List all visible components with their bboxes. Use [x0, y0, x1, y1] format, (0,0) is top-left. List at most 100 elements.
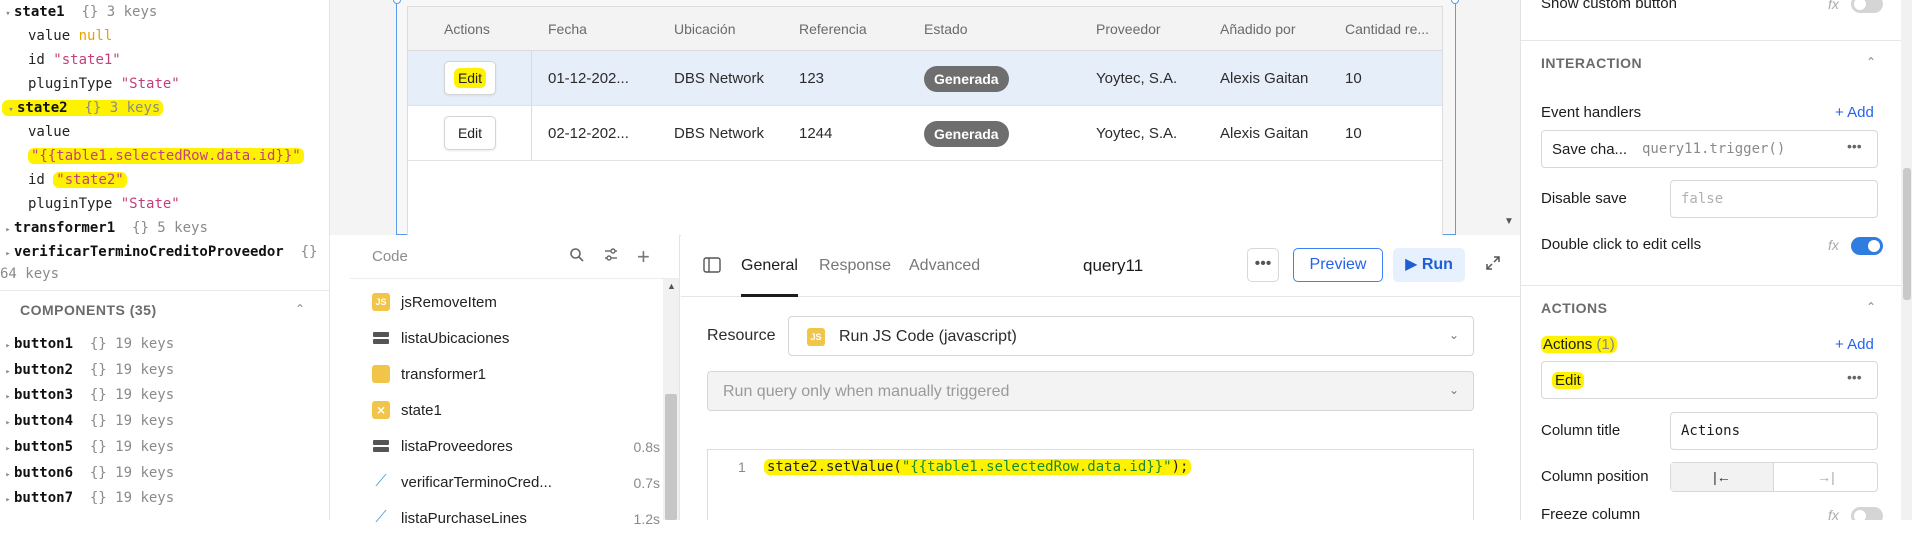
search-input[interactable]: Code — [372, 248, 408, 265]
caret-right-icon[interactable]: ▸ — [2, 470, 14, 480]
query-search-bar[interactable]: Code + — [350, 235, 680, 279]
fx-icon[interactable]: fx — [1828, 0, 1839, 12]
code-line[interactable]: state2.setValue("{{table1.selectedRow.da… — [764, 459, 1192, 475]
resource-select[interactable]: JS Run JS Code (javascript) ⌄ — [788, 316, 1474, 356]
component-item[interactable]: ▸ button6 {} 19 keys — [2, 465, 174, 481]
query-name[interactable]: query11 — [1083, 256, 1143, 276]
tab-response[interactable]: Response — [819, 257, 891, 275]
column-header[interactable]: Estado — [924, 7, 968, 51]
table-row[interactable]: Edit 02-12-202... DBS Network 1244 Gener… — [408, 106, 1442, 161]
caret-right-icon[interactable]: ▸ — [2, 495, 14, 505]
caret-down-icon[interactable]: ▾ — [2, 9, 14, 19]
action-item-row[interactable]: Edit ••• — [1541, 361, 1878, 399]
query-list-item[interactable]: transformer1 — [350, 357, 660, 393]
tree-node-verificar[interactable]: ▸ verificarTerminoCreditoProveedor {} — [2, 244, 317, 260]
component-item[interactable]: ▸ button2 {} 19 keys — [2, 362, 174, 378]
tab-general[interactable]: General — [741, 257, 798, 275]
disable-save-input[interactable]: false — [1670, 180, 1878, 218]
column-header[interactable]: Cantidad re... — [1345, 7, 1429, 51]
show-custom-button-toggle[interactable] — [1851, 0, 1883, 13]
chevron-up-icon[interactable]: ⌃ — [1866, 300, 1876, 314]
fx-icon[interactable]: fx — [1828, 237, 1839, 253]
scrollbar[interactable]: ▲ — [663, 279, 679, 520]
column-header[interactable]: Referencia — [799, 7, 867, 51]
table-cell[interactable]: Alexis Gaitan — [1220, 106, 1308, 161]
freeze-column-toggle[interactable] — [1851, 507, 1883, 520]
table-cell[interactable]: DBS Network — [674, 51, 764, 106]
tree-node-state2[interactable]: ▾ state2 {} 3 keys — [2, 100, 164, 116]
column-header[interactable]: Actions — [444, 7, 490, 51]
align-right-icon[interactable]: →| — [1775, 463, 1877, 491]
component-item[interactable]: ▸ button1 {} 19 keys — [2, 336, 174, 352]
query-list-item[interactable]: ⟋ listaPurchaseLines 1.2s — [350, 501, 660, 537]
resize-handle[interactable] — [393, 0, 401, 4]
caret-right-icon[interactable]: ▸ — [2, 418, 14, 428]
search-icon[interactable] — [569, 247, 585, 268]
preview-button[interactable]: Preview — [1293, 248, 1383, 282]
caret-right-icon[interactable]: ▸ — [2, 249, 14, 259]
expand-icon[interactable] — [1485, 255, 1501, 276]
code-editor[interactable]: 1 state2.setValue("{{table1.selectedRow.… — [707, 449, 1474, 520]
scroll-up-icon[interactable]: ▲ — [667, 281, 676, 291]
scrollbar-thumb[interactable] — [1903, 168, 1911, 300]
query-list-item[interactable]: listaUbicaciones — [350, 321, 660, 357]
edit-button[interactable]: Edit — [444, 61, 496, 95]
tree-node-transformer1[interactable]: ▸ transformer1 {} 5 keys — [2, 220, 208, 236]
query-list-item[interactable]: JS jsRemoveItem — [350, 285, 660, 321]
fx-icon[interactable]: fx — [1828, 507, 1839, 520]
chevron-up-icon[interactable]: ⌃ — [1866, 55, 1876, 69]
table-cell[interactable]: Generada — [924, 106, 1009, 161]
component-item[interactable]: ▸ button3 {} 19 keys — [2, 387, 174, 403]
table-cell[interactable]: DBS Network — [674, 106, 764, 161]
more-options-icon[interactable]: ••• — [1847, 138, 1862, 154]
query-list-item[interactable]: listaProveedores 0.8s — [350, 429, 660, 465]
query-list-item[interactable]: ⟋ verificarTerminoCred... 0.7s — [350, 465, 660, 501]
table-cell[interactable]: 02-12-202... — [548, 106, 629, 161]
table-cell[interactable]: Generada — [924, 51, 1009, 106]
double-click-edit-toggle[interactable] — [1851, 237, 1883, 255]
table-cell[interactable]: 1244 — [799, 106, 832, 161]
tab-advanced[interactable]: Advanced — [909, 257, 980, 275]
column-header[interactable]: Proveedor — [1096, 7, 1161, 51]
column-header[interactable]: Ubicación — [674, 7, 735, 51]
caret-down-icon[interactable]: ▾ — [5, 105, 17, 115]
filter-sliders-icon[interactable] — [603, 247, 619, 268]
more-options-button[interactable]: ••• — [1247, 248, 1279, 282]
trigger-mode-select[interactable]: Run query only when manually triggered ⌄ — [707, 371, 1474, 411]
run-button[interactable]: ▶ Run — [1393, 248, 1465, 282]
event-handler-row[interactable]: Save cha... query11.trigger() ••• — [1541, 130, 1878, 168]
caret-right-icon[interactable]: ▸ — [2, 225, 14, 235]
align-left-icon[interactable]: |← — [1671, 463, 1774, 491]
caret-right-icon[interactable]: ▸ — [2, 367, 14, 377]
caret-right-icon[interactable]: ▸ — [2, 444, 14, 454]
edit-button[interactable]: Edit — [444, 116, 496, 150]
table-cell[interactable]: Yoytec, S.A. — [1096, 51, 1177, 106]
more-options-icon[interactable]: ••• — [1847, 369, 1862, 385]
table-cell[interactable]: Yoytec, S.A. — [1096, 106, 1177, 161]
sidebar-toggle-icon[interactable] — [703, 257, 721, 278]
component-item[interactable]: ▸ button4 {} 19 keys — [2, 413, 174, 429]
caret-right-icon[interactable]: ▸ — [2, 341, 14, 351]
scroll-down-icon[interactable]: ▼ — [1504, 216, 1514, 227]
scrollbar[interactable] — [1901, 0, 1912, 520]
table-cell[interactable]: 123 — [799, 51, 824, 106]
component-item[interactable]: ▸ button7 {} 19 keys — [2, 490, 174, 506]
table-row[interactable]: Edit 01-12-202... DBS Network 123 Genera… — [408, 51, 1442, 106]
column-title-input[interactable]: Actions — [1670, 412, 1878, 450]
table-cell[interactable]: 10 — [1345, 106, 1362, 161]
component-item[interactable]: ▸ button5 {} 19 keys — [2, 439, 174, 455]
column-header[interactable]: Fecha — [548, 7, 587, 51]
tree-node-state1[interactable]: ▾ state1 {} 3 keys — [2, 4, 157, 20]
column-position-segmented[interactable]: |← →| — [1670, 462, 1878, 492]
plus-icon[interactable]: + — [637, 244, 650, 270]
column-header[interactable]: Añadido por — [1220, 7, 1296, 51]
table-cell[interactable]: 01-12-202... — [548, 51, 629, 106]
scrollbar-thumb[interactable] — [665, 394, 677, 520]
add-event-handler-button[interactable]: + Add — [1835, 104, 1874, 121]
table-cell[interactable]: Alexis Gaitan — [1220, 51, 1308, 106]
query-list-item[interactable]: ⨯ state1 — [350, 393, 660, 429]
chevron-up-icon[interactable]: ⌃ — [295, 302, 305, 316]
table-cell[interactable]: 10 — [1345, 51, 1362, 106]
caret-right-icon[interactable]: ▸ — [2, 392, 14, 402]
add-action-button[interactable]: + Add — [1835, 336, 1874, 353]
